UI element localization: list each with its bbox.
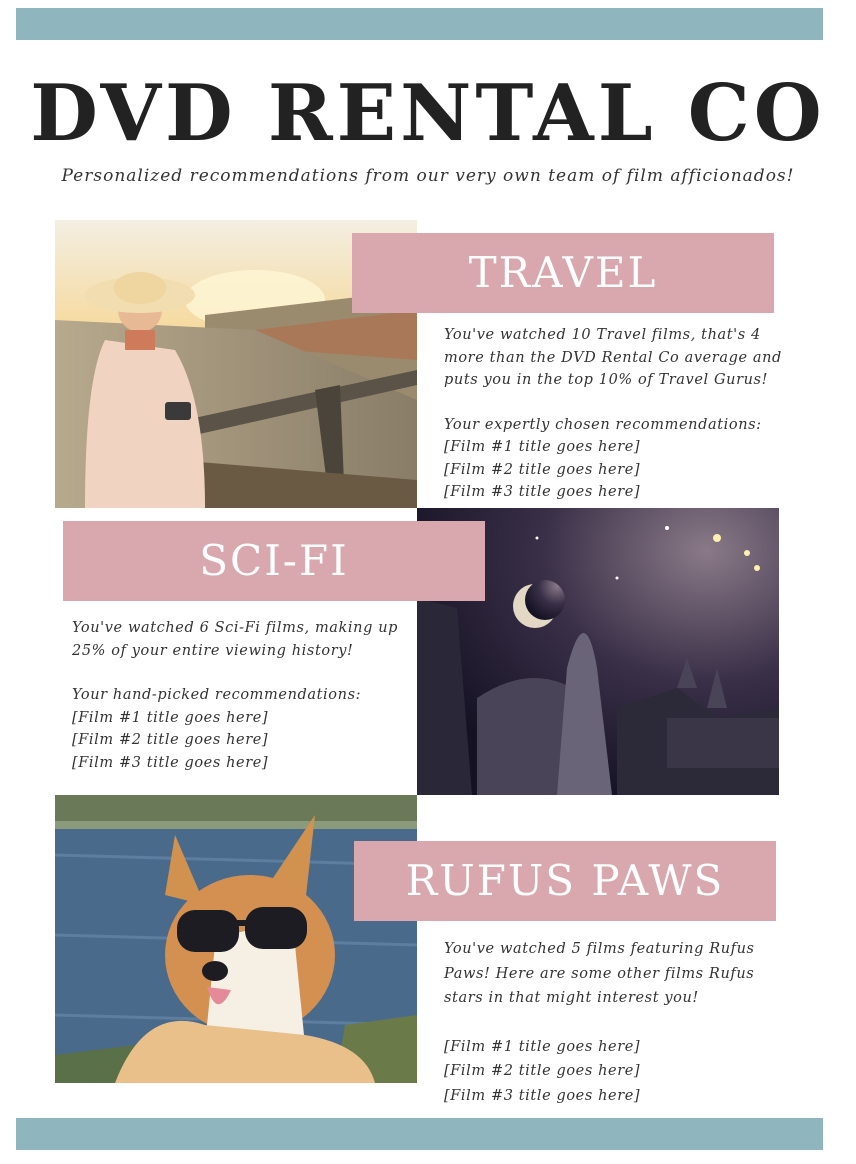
rufus-film-3: [Film #3 title goes here] (444, 1087, 641, 1104)
travel-film-3: [Film #3 title goes here] (444, 484, 641, 500)
rufus-heading: RUFUS PAWS (405, 856, 725, 905)
rufus-stat-line: You've watched 5 films featuring Rufus (444, 941, 755, 957)
travel-heading-banner: TRAVEL (352, 233, 774, 313)
page-title: DVD RENTAL CO (30, 68, 826, 159)
rufus-film-2: [Film #2 title goes here] (444, 1063, 641, 1079)
travel-rec-intro: Your expertly chosen recommendations: (444, 416, 762, 433)
rufus-heading-banner: RUFUS PAWS (354, 841, 776, 921)
scifi-text: You've watched 6 Sci-Fi films, making up… (72, 617, 412, 774)
travel-stat-line: puts you in the top 10% of Travel Gurus! (444, 372, 769, 388)
rufus-film-1: [Film #1 title goes here] (444, 1038, 641, 1055)
scifi-film-3: [Film #3 title goes here] (72, 754, 269, 771)
page-subtitle: Personalized recommendations from our ve… (61, 166, 795, 186)
travel-stat-line: more than the DVD Rental Co average and (444, 349, 782, 366)
travel-text: You've watched 10 Travel films, that's 4… (444, 324, 784, 504)
bottom-accent-bar (16, 1118, 823, 1150)
scifi-heading-banner: SCI-FI (63, 521, 485, 601)
travel-stat-line: You've watched 10 Travel films, that's 4 (444, 327, 761, 343)
travel-film-1: [Film #1 title goes here] (444, 439, 641, 455)
scifi-stat-line: 25% of your entire viewing history! (72, 642, 354, 659)
scifi-heading: SCI-FI (199, 536, 349, 585)
rufus-text: You've watched 5 films featuring Rufus P… (444, 937, 784, 1108)
rufus-stat-line: stars in that might interest you! (444, 990, 699, 1006)
scifi-film-2: [Film #2 title goes here] (72, 732, 269, 748)
travel-heading: TRAVEL (468, 248, 658, 297)
scifi-film-1: [Film #1 title goes here] (72, 709, 269, 726)
rufus-stat-line: Paws! Here are some other films Rufus (444, 965, 755, 982)
rufus-photo (55, 795, 417, 1083)
travel-film-2: [Film #2 title goes here] (444, 461, 641, 478)
top-accent-bar (16, 8, 823, 40)
scifi-stat-line: You've watched 6 Sci-Fi films, making up (72, 620, 399, 636)
scifi-rec-intro: Your hand-picked recommendations: (72, 687, 362, 703)
